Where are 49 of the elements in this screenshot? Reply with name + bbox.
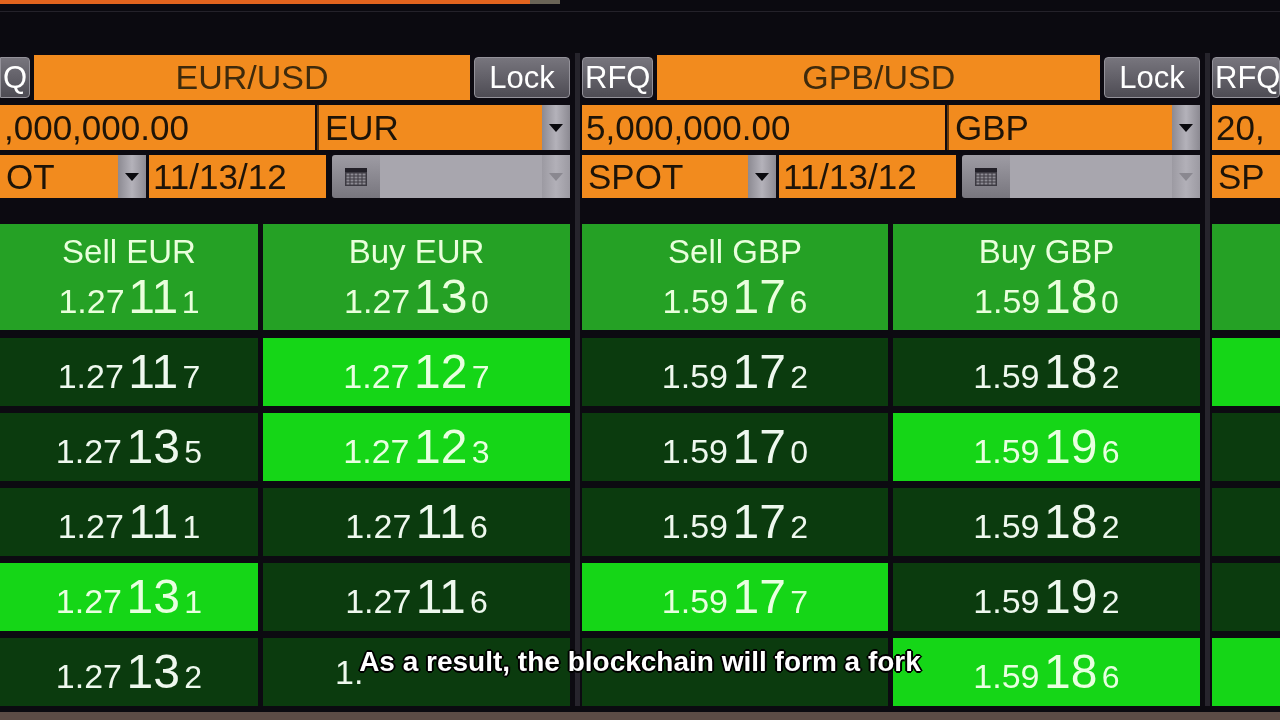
price-cell[interactable]: [1212, 488, 1280, 556]
rfq-button[interactable]: Q: [0, 57, 31, 98]
caret-icon: [549, 172, 563, 181]
price-cell[interactable]: 1.27 11 6: [263, 488, 570, 556]
dropdown-button[interactable]: [1172, 105, 1200, 150]
tenor-dropdown[interactable]: OT: [0, 155, 146, 198]
price-cell[interactable]: 1.27 11 7: [0, 338, 258, 406]
price-cell[interactable]: 1.59 18 2: [893, 338, 1200, 406]
amount-field[interactable]: 20,: [1212, 105, 1280, 150]
price-cell[interactable]: [1212, 563, 1280, 631]
caret-icon: [1179, 123, 1193, 132]
currency-dropdown[interactable]: EUR: [317, 105, 570, 150]
price-cell[interactable]: [1212, 338, 1280, 406]
calendar-icon: [975, 167, 997, 186]
date-field[interactable]: 11/13/12: [779, 155, 956, 198]
caret-icon: [1179, 172, 1193, 181]
rfq-button[interactable]: RFQ: [582, 57, 654, 98]
dropdown-button[interactable]: [118, 155, 146, 198]
currency-pair-title: EUR/USD: [34, 55, 470, 100]
price-cell[interactable]: 1.59 17 0: [582, 413, 888, 481]
currency-dropdown[interactable]: GBP: [947, 105, 1200, 150]
dropdown-button[interactable]: [748, 155, 776, 198]
lock-button[interactable]: Lock: [474, 57, 570, 98]
calendar-button[interactable]: [332, 155, 380, 198]
date-field[interactable]: 11/13/12: [149, 155, 326, 198]
caret-icon: [549, 123, 563, 132]
rfq-button[interactable]: RFQ: [1212, 57, 1280, 98]
quote-button[interactable]: [1212, 224, 1280, 330]
price-cell[interactable]: 1.59 18 2: [893, 488, 1200, 556]
amount-field[interactable]: ,000,000.00: [0, 105, 315, 150]
currency-pair-title: GPB/USD: [657, 55, 1100, 100]
price-cell[interactable]: [1212, 413, 1280, 481]
caret-icon: [125, 172, 139, 181]
price-cell[interactable]: 1.27 11 1: [0, 488, 258, 556]
lock-button[interactable]: Lock: [1104, 57, 1200, 98]
price-cell[interactable]: 1.27 11 6: [263, 563, 570, 631]
price-cell[interactable]: 1.59 17 2: [582, 338, 888, 406]
price-cell[interactable]: 1.59 17 2: [582, 488, 888, 556]
calendar-icon: [345, 167, 367, 186]
price-cell[interactable]: [1212, 638, 1280, 706]
tenor-dropdown[interactable]: SPOT: [582, 155, 776, 198]
amount-field[interactable]: 5,000,000.00: [582, 105, 945, 150]
caret-icon: [755, 172, 769, 181]
calendar-button[interactable]: [962, 155, 1010, 198]
price-cell[interactable]: 1.27 13 5: [0, 413, 258, 481]
dropdown-button[interactable]: [542, 105, 570, 150]
price-cell[interactable]: 1.59 19 2: [893, 563, 1200, 631]
price-cell[interactable]: 1.27 13 2: [0, 638, 258, 706]
tenor-dropdown[interactable]: SP: [1212, 155, 1280, 198]
